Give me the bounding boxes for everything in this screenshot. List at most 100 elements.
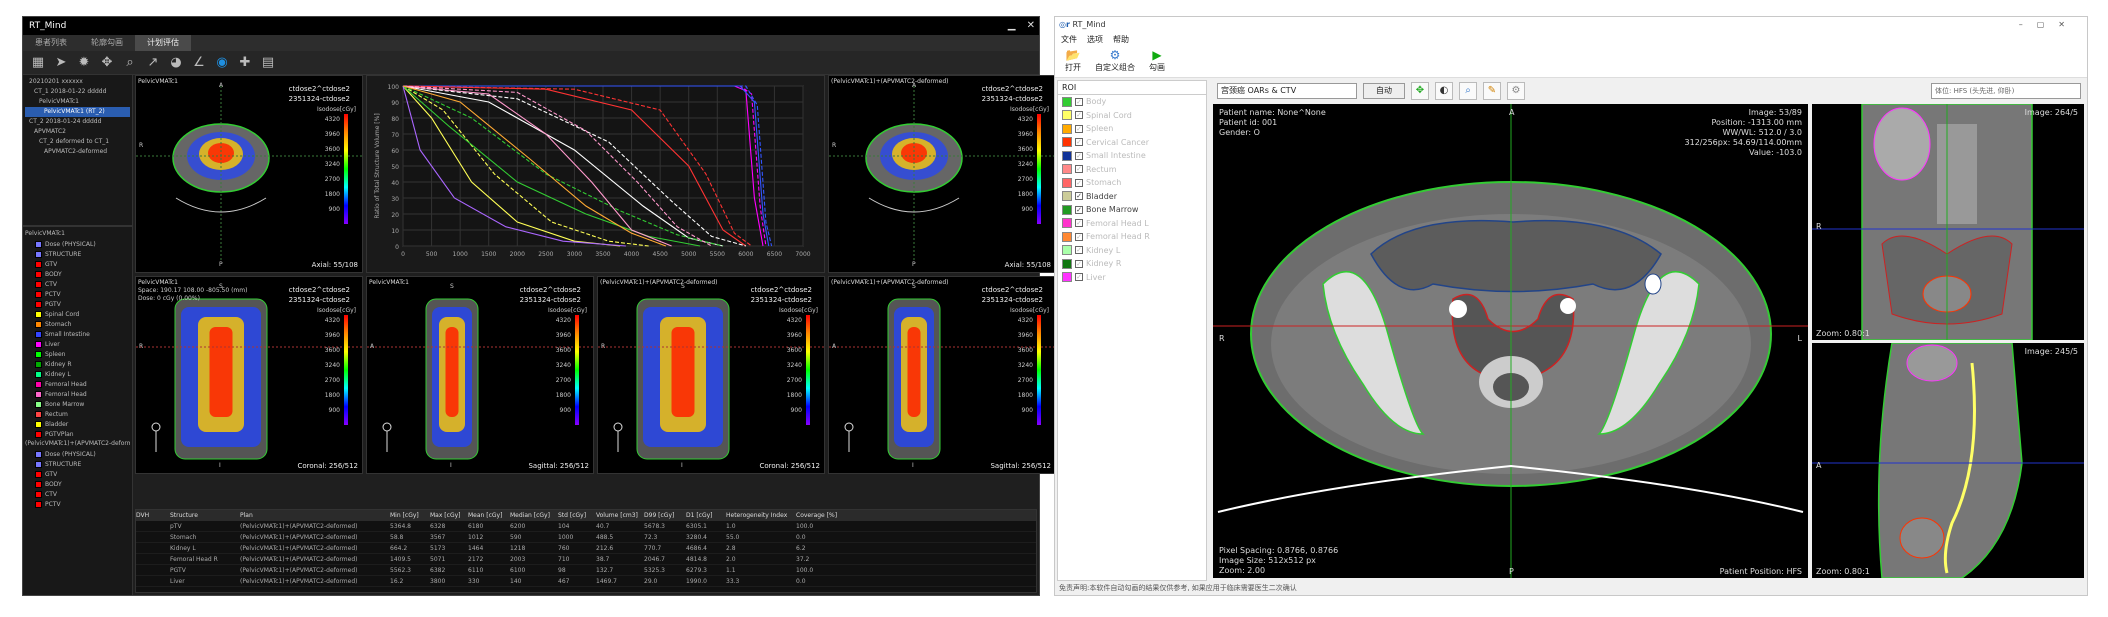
roi-tab[interactable]: ROI	[1058, 81, 1206, 95]
move-icon[interactable]: ✥	[1411, 82, 1429, 100]
custom-combo-button[interactable]: ⚙ 自定义组合	[1095, 48, 1135, 75]
minimize-icon[interactable]: –	[2019, 20, 2037, 29]
model-select[interactable]: 宫颈癌 OARs & CTV	[1217, 83, 1357, 99]
table-header-cell[interactable]: D1 [cGy]	[686, 510, 726, 521]
table-row[interactable]: PGTV (PelvicVMATc1)+(APVMATC2-deformed) 55…	[136, 565, 1036, 576]
table-header-cell[interactable]: Min [cGy]	[390, 510, 430, 521]
roi-checkbox[interactable]: ✓	[1075, 138, 1083, 147]
structure-item[interactable]: GTV	[25, 469, 130, 479]
structure-item[interactable]: Dose (PHYSICAL)	[25, 449, 130, 459]
settings-icon[interactable]: ⚙	[1507, 82, 1525, 100]
table-header-cell[interactable]: Coverage [%]	[796, 510, 856, 521]
zoom-icon[interactable]: ⌕	[1459, 82, 1477, 100]
table-header-cell[interactable]: Heterogeneity Index	[726, 510, 796, 521]
tree-item[interactable]: CT_1 2018-01-22 ddddd	[25, 87, 130, 97]
tree-item[interactable]: CT_2 deformed to CT_1	[25, 137, 130, 147]
structure-item[interactable]: PCTV	[25, 499, 130, 509]
structure-item[interactable]: STRUCTURE	[25, 249, 130, 259]
roi-checkbox[interactable]: ✓	[1075, 192, 1083, 201]
structure-item[interactable]: Spleen	[25, 349, 130, 359]
viewport-axial-2[interactable]: (PelvicVMATc1)+(APVMATC2-deformed) ctdose…	[828, 75, 1056, 273]
structure-item[interactable]: CTV	[25, 489, 130, 499]
roi-checkbox[interactable]: ✓	[1075, 232, 1083, 241]
structure-item[interactable]: Small Intestine	[25, 329, 130, 339]
maximize-icon[interactable]: ▢	[2037, 20, 2059, 29]
roi-item[interactable]: ✓ Small Intestine	[1058, 149, 1206, 163]
roi-item[interactable]: ✓ Body	[1058, 95, 1206, 109]
close-icon[interactable]: ✕	[2058, 20, 2079, 29]
structure-item[interactable]: PCTV	[25, 289, 130, 299]
structure-item[interactable]: Kidney R	[25, 359, 130, 369]
dose-icon[interactable]: ◉	[215, 55, 229, 70]
tree-item[interactable]: CT_2 2018-01-24 ddddd	[25, 117, 130, 127]
roi-item[interactable]: ✓ Stomach	[1058, 176, 1206, 190]
roi-item[interactable]: ✓ Femoral Head L	[1058, 217, 1206, 231]
table-row[interactable]: Kidney L (PelvicVMATc1)+(APVMATC2-deforme…	[136, 543, 1036, 554]
structure-item[interactable]: Bladder	[25, 419, 130, 429]
tree-item[interactable]: 20210201 xxxxxx	[25, 77, 130, 87]
angle-icon[interactable]: ∠	[192, 55, 206, 70]
viewport-axial-1[interactable]: PelvicVMATc1 ctdose2^ctdose2 2351324-ctdos…	[135, 75, 363, 273]
structure-item[interactable]: GTV	[25, 259, 130, 269]
tab-contouring[interactable]: 轮廓勾画	[79, 35, 135, 51]
roi-item[interactable]: ✓ Spinal Cord	[1058, 109, 1206, 123]
viewport-coronal-1[interactable]: PelvicVMATc1 Space: 190.17 108.00 -805.50…	[135, 276, 363, 474]
contrast-icon[interactable]: ◐	[1435, 82, 1453, 100]
structure-item[interactable]: Femoral Head	[25, 389, 130, 399]
roi-item[interactable]: ✓ Cervical Cancer	[1058, 136, 1206, 150]
structure-group[interactable]: PelvicVMATc1	[25, 229, 130, 239]
roi-checkbox[interactable]: ✓	[1075, 97, 1083, 106]
roi-checkbox[interactable]: ✓	[1075, 151, 1083, 160]
roi-checkbox[interactable]: ✓	[1075, 259, 1083, 268]
tab-patient-list[interactable]: 患者列表	[23, 35, 79, 51]
table-header-cell[interactable]: Volume [cm3]	[596, 510, 644, 521]
viewport-coronal-2[interactable]: (PelvicVMATc1)+(APVMATC2-deformed) ctdose…	[597, 276, 825, 474]
axial-viewer[interactable]: Patient name: None^None Patient id: 001 …	[1213, 104, 1808, 578]
structure-item[interactable]: Rectum	[25, 409, 130, 419]
table-header-cell[interactable]: DVH	[136, 510, 170, 521]
table-header-cell[interactable]: Mean [cGy]	[468, 510, 510, 521]
structure-item[interactable]: Bone Marrow	[25, 399, 130, 409]
open-button[interactable]: 📂 打开	[1065, 48, 1081, 75]
structure-item[interactable]: CTV	[25, 279, 130, 289]
roi-item[interactable]: ✓ Spleen	[1058, 122, 1206, 136]
table-header-cell[interactable]: Structure	[170, 510, 240, 521]
roi-item[interactable]: ✓ Liver	[1058, 271, 1206, 285]
roi-checkbox[interactable]: ✓	[1075, 165, 1083, 174]
structure-item[interactable]: PGTV	[25, 299, 130, 309]
viewport-sagittal-2[interactable]: (PelvicVMATc1)+(APVMATC2-deformed) ctdose…	[828, 276, 1056, 474]
roi-item[interactable]: ✓ Kidney R	[1058, 257, 1206, 271]
layout-icon[interactable]: ▦	[31, 55, 45, 70]
tree-item[interactable]: PelvicVMATc1 (RT_2)	[25, 107, 130, 117]
dvh-chart[interactable]: 0 10 20 30 40 50 60 70 80 90 100 0 500 1000 1500 2000 25…	[366, 75, 825, 273]
roi-checkbox[interactable]: ✓	[1075, 273, 1083, 282]
grid-icon[interactable]: ▤	[261, 55, 275, 70]
roi-checkbox[interactable]: ✓	[1075, 124, 1083, 133]
close-icon[interactable]: ✕	[1027, 20, 1035, 31]
tree-item[interactable]: APVMATC2-deformed	[25, 147, 130, 157]
roi-item[interactable]: ✓ Bladder	[1058, 190, 1206, 204]
table-header-cell[interactable]: Median [cGy]	[510, 510, 558, 521]
roi-item[interactable]: ✓ Kidney L	[1058, 244, 1206, 258]
auto-button[interactable]: 自动	[1363, 83, 1405, 99]
pan-icon[interactable]: ✥	[100, 55, 114, 70]
coronal-viewer[interactable]: Image: 264/5 R Zoom: 0.80:1	[1812, 104, 2084, 340]
structure-item[interactable]: Spinal Cord	[25, 309, 130, 319]
brightness-icon[interactable]: ✹	[77, 55, 91, 70]
roi-checkbox[interactable]: ✓	[1075, 205, 1083, 214]
palette-icon[interactable]: ◕	[169, 55, 183, 70]
roi-checkbox[interactable]: ✓	[1075, 246, 1083, 255]
structure-item[interactable]: Liver	[25, 339, 130, 349]
crosshair-icon[interactable]: ✚	[238, 55, 252, 70]
roi-item[interactable]: ✓ Bone Marrow	[1058, 203, 1206, 217]
menu-options[interactable]: 选项	[1087, 33, 1103, 46]
tab-plan-evaluation[interactable]: 计划评估	[135, 35, 191, 51]
contour-button[interactable]: ▶ 勾画	[1149, 48, 1165, 75]
roi-checkbox[interactable]: ✓	[1075, 111, 1083, 120]
structure-item[interactable]: BODY	[25, 269, 130, 279]
roi-checkbox[interactable]: ✓	[1075, 219, 1083, 228]
table-header-cell[interactable]: Std [cGy]	[558, 510, 596, 521]
table-row[interactable]: Femoral Head R (PelvicVMATc1)+(APVMATC2-d…	[136, 554, 1036, 565]
viewport-sagittal-1[interactable]: PelvicVMATc1 ctdose2^ctdose2 2351324-ctdos…	[366, 276, 594, 474]
table-row[interactable]: Liver (PelvicVMATc1)+(APVMATC2-deformed) 1…	[136, 576, 1036, 587]
